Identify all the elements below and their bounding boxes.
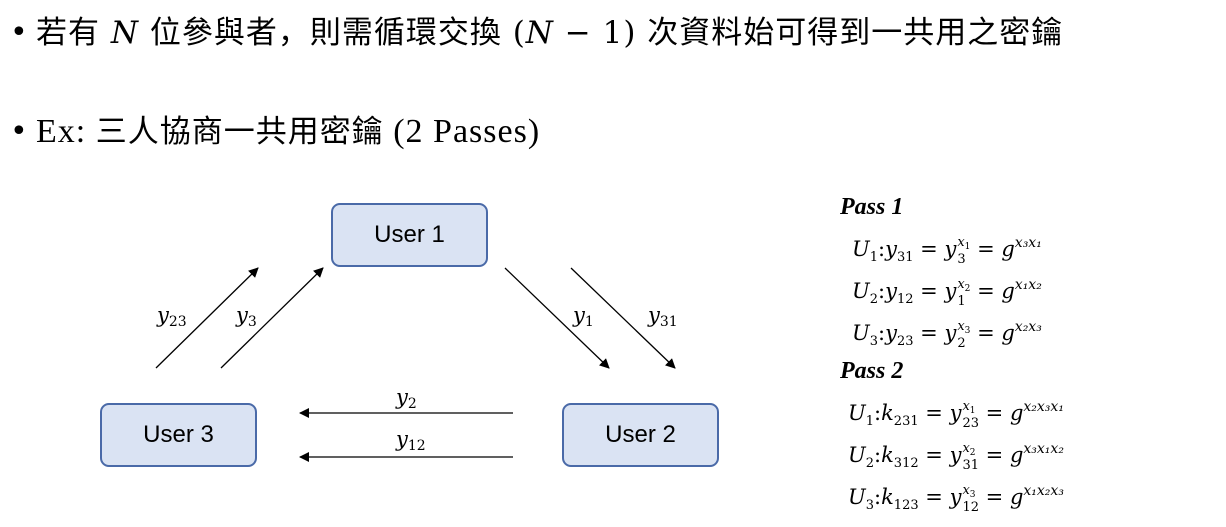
label-y23: y23	[157, 303, 187, 330]
user-2-node: User 2	[562, 403, 719, 467]
label-y31: y31	[648, 303, 678, 330]
user-1-node: User 1	[331, 203, 488, 267]
pass-1-title: Pass 1	[840, 194, 904, 220]
label-y12: y12	[396, 427, 426, 454]
label-y2: y2	[396, 385, 417, 412]
user-3-node: User 3	[100, 403, 257, 467]
label-y1: y1	[573, 303, 594, 330]
label-y3: y3	[236, 303, 257, 330]
pass-2-equation-3: U3:k123 = y x3 12 = gx₁x₂x₃	[848, 482, 1064, 515]
pass-1-equation-3: U3:y23 = y x3 2 = gx₂x₃	[852, 318, 1042, 351]
pass-2-title: Pass 2	[840, 358, 904, 384]
